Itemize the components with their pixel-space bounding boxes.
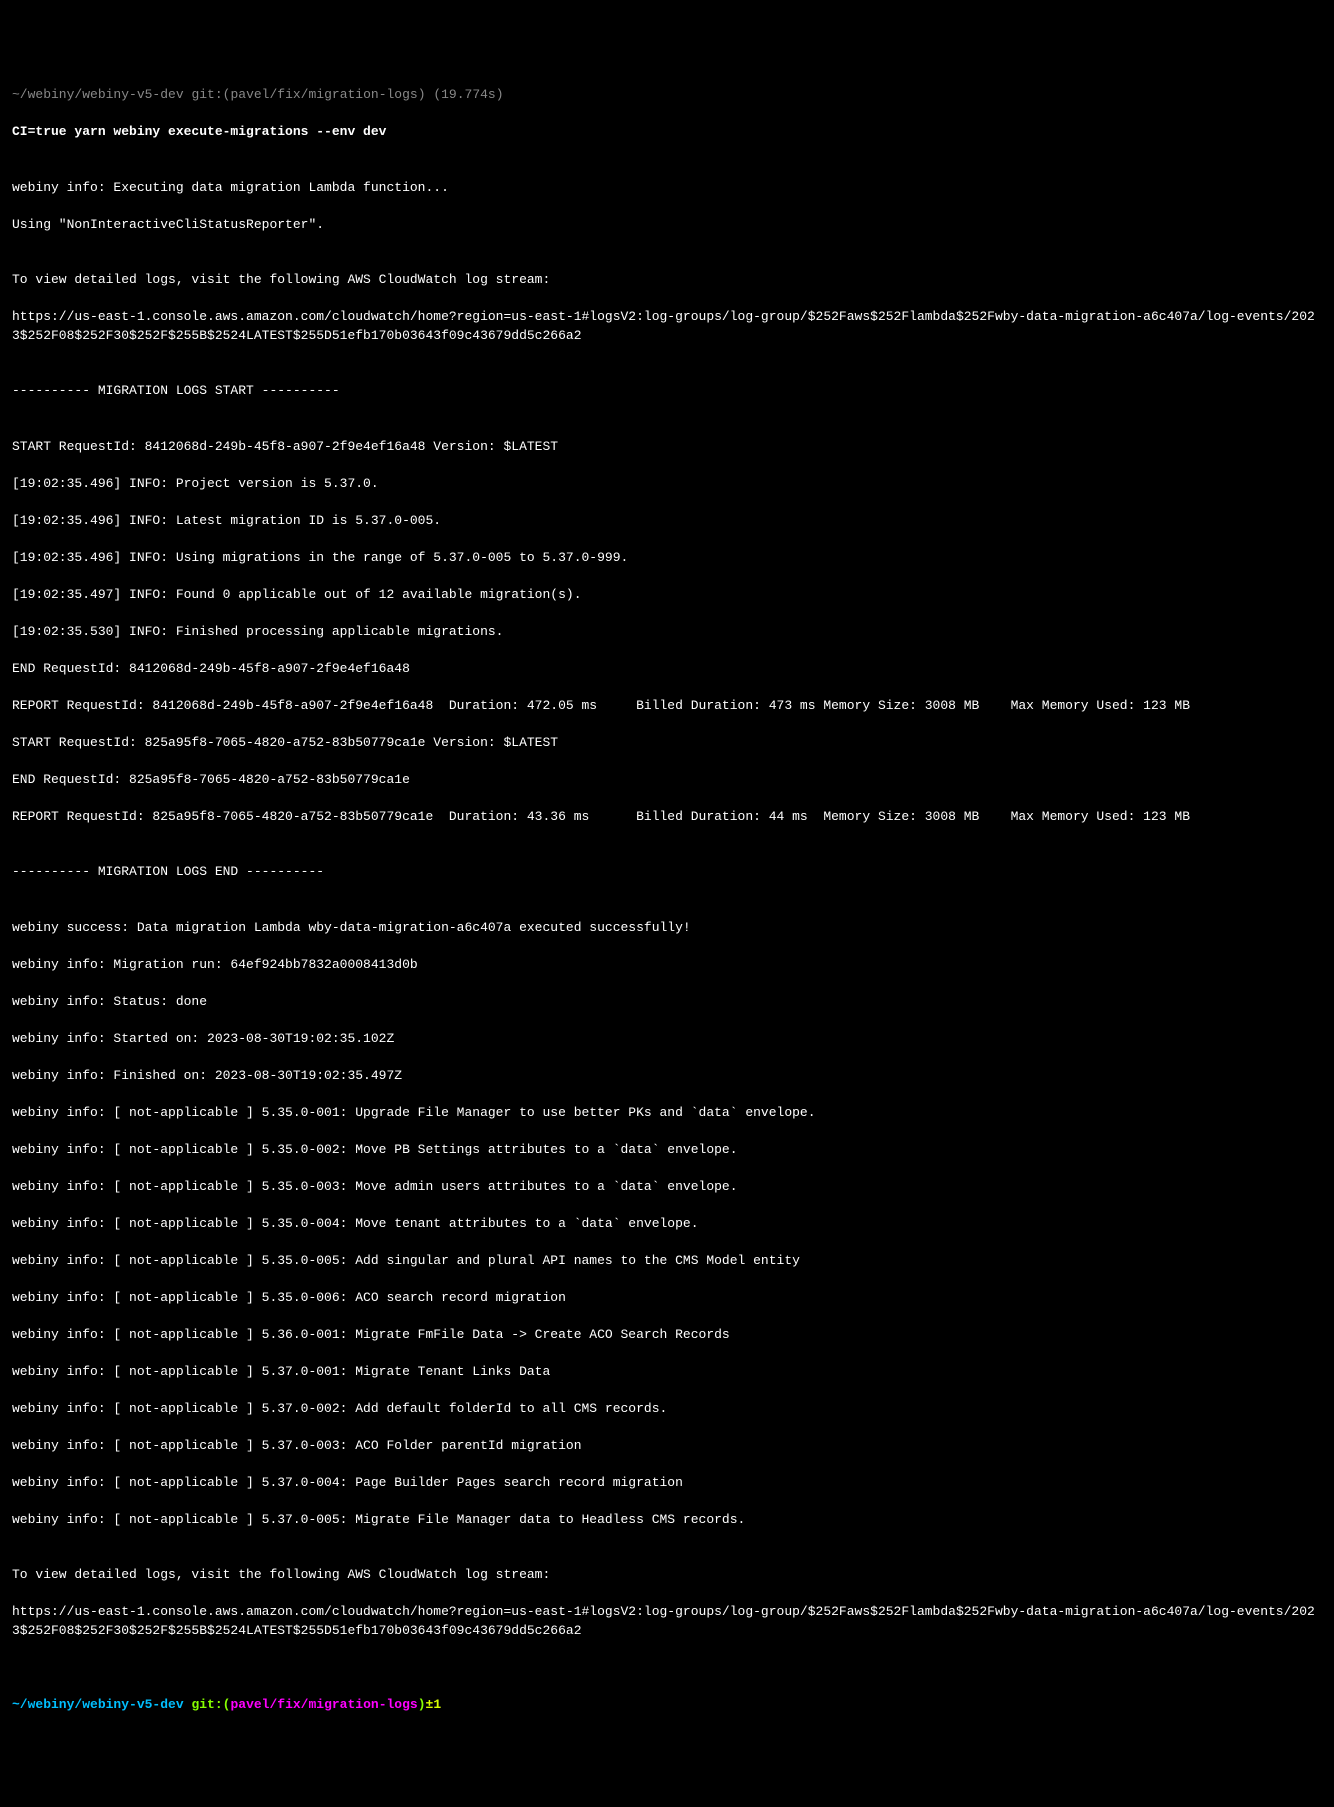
success-line: webiny success: Data migration Lambda wb… <box>12 919 1322 938</box>
log-line: [19:02:35.496] INFO: Project version is … <box>12 475 1322 494</box>
migration-logs-start: ---------- MIGRATION LOGS START --------… <box>12 382 1322 401</box>
log-line: START RequestId: 8412068d-249b-45f8-a907… <box>12 438 1322 457</box>
migration-item: webiny info: [ not-applicable ] 5.36.0-0… <box>12 1326 1322 1345</box>
migration-logs-end: ---------- MIGRATION LOGS END ---------- <box>12 863 1322 882</box>
output-line: Using "NonInteractiveCliStatusReporter". <box>12 216 1322 235</box>
output-line: webiny info: Executing data migration La… <box>12 179 1322 198</box>
migration-item: webiny info: [ not-applicable ] 5.37.0-0… <box>12 1511 1322 1530</box>
prompt-line[interactable]: ~/webiny/webiny-v5-dev git:(pavel/fix/mi… <box>12 1696 1322 1715</box>
log-line: START RequestId: 825a95f8-7065-4820-a752… <box>12 734 1322 753</box>
migration-item: webiny info: [ not-applicable ] 5.35.0-0… <box>12 1252 1322 1271</box>
migration-item: webiny info: [ not-applicable ] 5.35.0-0… <box>12 1141 1322 1160</box>
prompt-status-indicator: ±1 <box>426 1697 442 1712</box>
migration-item: webiny info: [ not-applicable ] 5.35.0-0… <box>12 1104 1322 1123</box>
log-line: [19:02:35.496] INFO: Using migrations in… <box>12 549 1322 568</box>
output-line: webiny info: Status: done <box>12 993 1322 1012</box>
log-line: [19:02:35.496] INFO: Latest migration ID… <box>12 512 1322 531</box>
migration-item: webiny info: [ not-applicable ] 5.37.0-0… <box>12 1474 1322 1493</box>
cloudwatch-url: https://us-east-1.console.aws.amazon.com… <box>12 308 1322 345</box>
output-line: webiny info: Migration run: 64ef924bb783… <box>12 956 1322 975</box>
prompt-branch: pavel/fix/migration-logs <box>230 1697 417 1712</box>
output-line: To view detailed logs, visit the followi… <box>12 1566 1322 1585</box>
output-line: webiny info: Started on: 2023-08-30T19:0… <box>12 1030 1322 1049</box>
cloudwatch-url: https://us-east-1.console.aws.amazon.com… <box>12 1603 1322 1640</box>
migration-item: webiny info: [ not-applicable ] 5.37.0-0… <box>12 1363 1322 1382</box>
migration-item: webiny info: [ not-applicable ] 5.37.0-0… <box>12 1400 1322 1419</box>
log-line: REPORT RequestId: 825a95f8-7065-4820-a75… <box>12 808 1322 827</box>
log-line: [19:02:35.530] INFO: Finished processing… <box>12 623 1322 642</box>
terminal-output[interactable]: ~/webiny/webiny-v5-dev git:(pavel/fix/mi… <box>12 86 1322 1714</box>
migration-item: webiny info: [ not-applicable ] 5.37.0-0… <box>12 1437 1322 1456</box>
command-line: CI=true yarn webiny execute-migrations -… <box>12 123 1322 142</box>
log-line: END RequestId: 825a95f8-7065-4820-a752-8… <box>12 771 1322 790</box>
prompt-git-label: git:( <box>191 1697 230 1712</box>
header-line: ~/webiny/webiny-v5-dev git:(pavel/fix/mi… <box>12 86 1322 105</box>
log-line: END RequestId: 8412068d-249b-45f8-a907-2… <box>12 660 1322 679</box>
migration-item: webiny info: [ not-applicable ] 5.35.0-0… <box>12 1215 1322 1234</box>
prompt-path: ~/webiny/webiny-v5-dev <box>12 1697 184 1712</box>
migration-item: webiny info: [ not-applicable ] 5.35.0-0… <box>12 1178 1322 1197</box>
output-line: webiny info: Finished on: 2023-08-30T19:… <box>12 1067 1322 1086</box>
output-line: To view detailed logs, visit the followi… <box>12 271 1322 290</box>
prompt-paren-close: ) <box>418 1697 426 1712</box>
log-line: [19:02:35.497] INFO: Found 0 applicable … <box>12 586 1322 605</box>
migration-item: webiny info: [ not-applicable ] 5.35.0-0… <box>12 1289 1322 1308</box>
log-line: REPORT RequestId: 8412068d-249b-45f8-a90… <box>12 697 1322 716</box>
